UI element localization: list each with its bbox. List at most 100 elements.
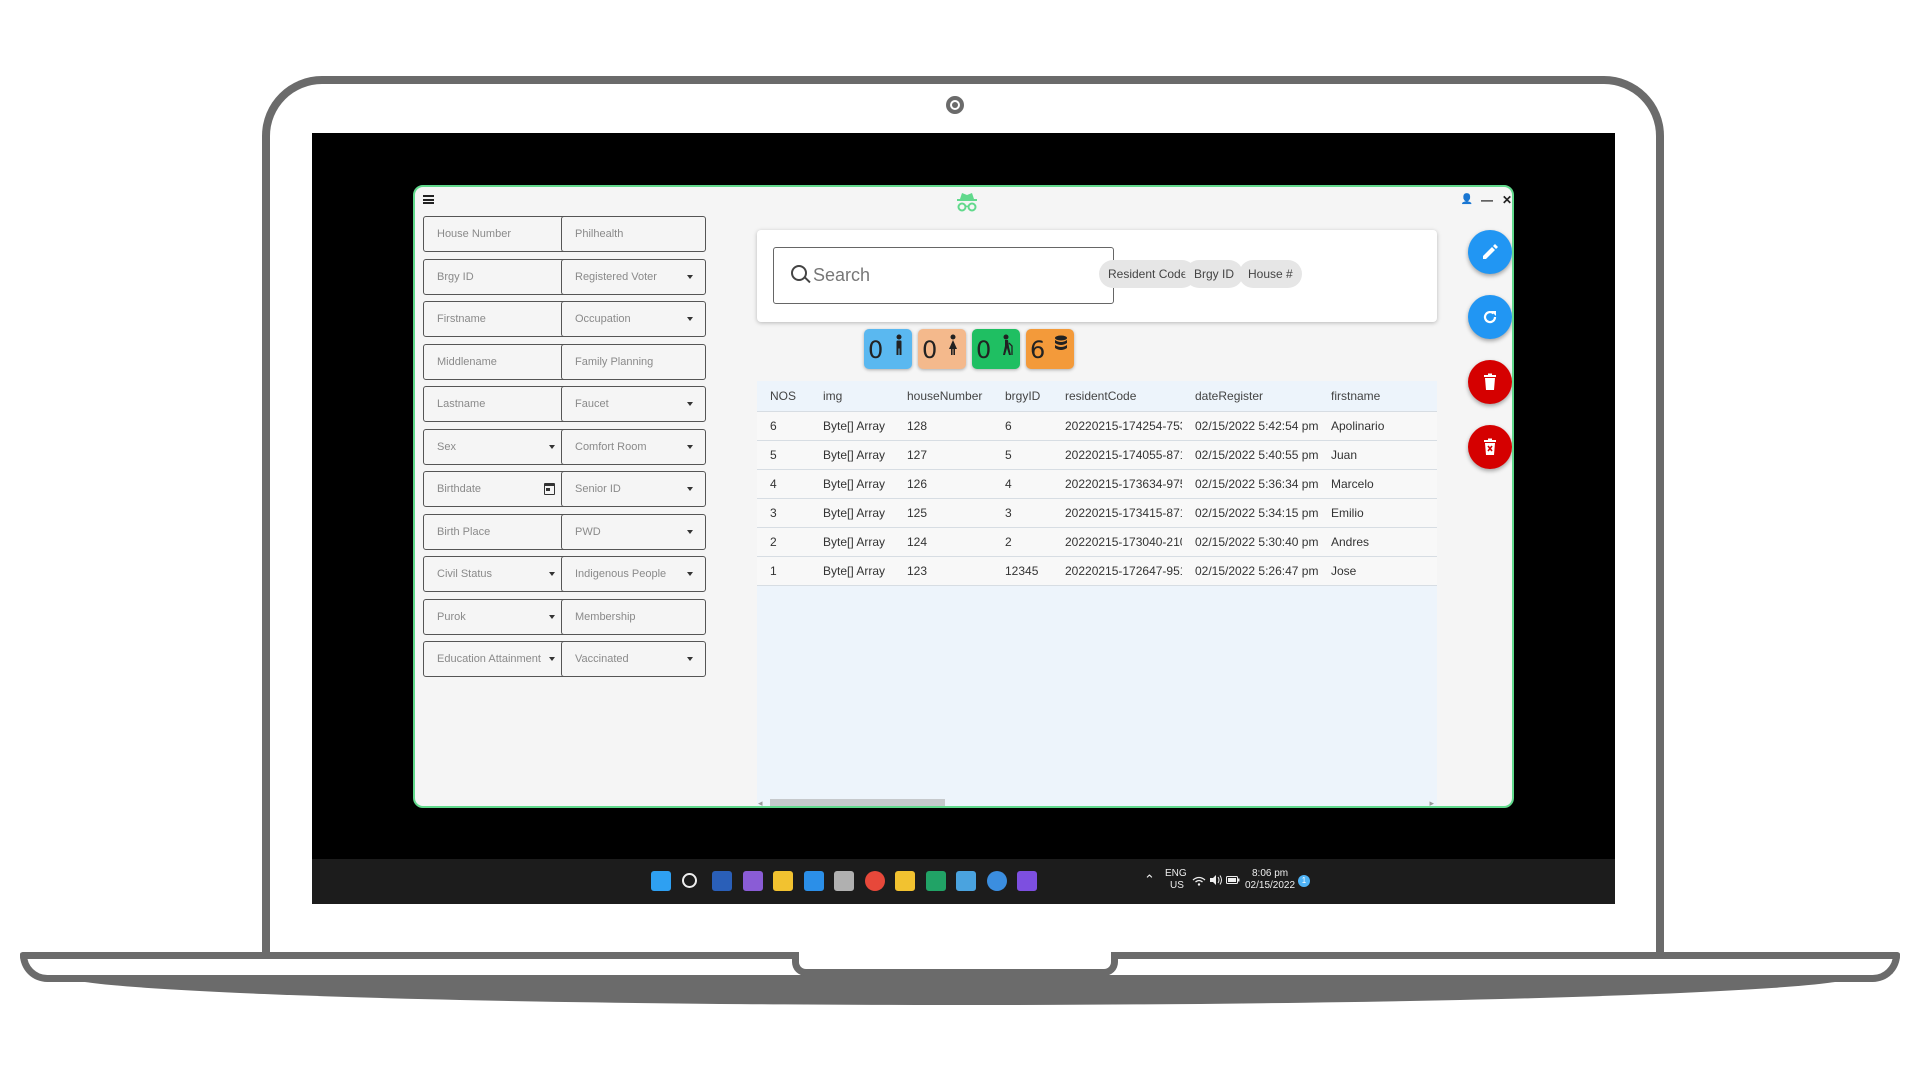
birth-place-field[interactable]: Birth Place <box>423 513 568 550</box>
filter-chip-resident-code[interactable]: Resident Code <box>1099 260 1197 288</box>
photoshop-icon[interactable] <box>712 871 732 891</box>
edit-button[interactable] <box>1468 230 1512 274</box>
calendar-icon[interactable] <box>544 483 555 495</box>
middlename-field[interactable]: Middlename <box>423 343 568 380</box>
dropdown-caret-icon[interactable] <box>687 487 693 491</box>
column-header-residentcode[interactable]: residentCode <box>1052 381 1182 411</box>
dropdown-caret-icon[interactable] <box>687 572 693 576</box>
vaccinated-field[interactable]: Vaccinated <box>561 641 706 677</box>
field-placeholder: Indigenous People <box>575 568 667 580</box>
philhealth-field[interactable]: Philhealth <box>561 216 706 252</box>
vscode-icon[interactable] <box>803 871 824 891</box>
region-label[interactable]: US <box>1170 880 1184 892</box>
purok-field[interactable]: Purok <box>423 598 568 635</box>
tray-chevron-icon[interactable]: ⌃ <box>1144 873 1155 886</box>
horizontal-scrollbar[interactable]: ◂ ▸ <box>757 798 1437 806</box>
volume-icon[interactable] <box>1209 874 1223 886</box>
table-cell-firstname: Jose <box>1318 555 1437 586</box>
column-header-dateregister[interactable]: dateRegister <box>1182 381 1318 411</box>
stat-senior-count: 0 <box>976 336 992 364</box>
minimize-button[interactable]: — <box>1479 193 1495 207</box>
text-editor-icon[interactable] <box>895 871 915 891</box>
table-row[interactable]: 5 Byte[] Array 127 5 20220215-174055-871 02/1… <box>757 439 1437 469</box>
browser-icon[interactable] <box>986 871 1007 891</box>
dropdown-caret-icon[interactable] <box>549 657 555 661</box>
bootstrap-icon[interactable] <box>1017 871 1037 891</box>
clock-time[interactable]: 8:06 pm <box>1252 868 1288 880</box>
column-header-housenumber[interactable]: houseNumber <box>894 381 992 411</box>
civil-status-field[interactable]: Civil Status <box>423 556 568 592</box>
battery-icon[interactable] <box>1226 875 1240 885</box>
lastname-field[interactable]: Lastname <box>423 386 568 422</box>
indigenous-people-field[interactable]: Indigenous People <box>561 556 706 592</box>
table-row[interactable]: 6 Byte[] Array 128 6 20220215-174254-753 02/1… <box>757 410 1437 440</box>
table-row[interactable]: 2 Byte[] Array 124 2 20220215-173040-210 02/1… <box>757 526 1437 556</box>
visual-studio-icon[interactable] <box>742 871 763 891</box>
start-icon[interactable] <box>651 871 671 891</box>
senior-id-field[interactable]: Senior ID <box>561 471 706 507</box>
table-cell-dateregister: 02/15/2022 5:36:34 pm <box>1182 468 1318 498</box>
search-box[interactable] <box>773 247 1114 304</box>
notepad-icon[interactable] <box>956 871 976 891</box>
dropdown-caret-icon[interactable] <box>549 614 555 619</box>
clock-date[interactable]: 02/15/2022 <box>1245 880 1295 892</box>
faucet-field[interactable]: Faucet <box>561 386 706 422</box>
dropdown-caret-icon[interactable] <box>687 274 693 279</box>
field-placeholder: Birth Place <box>437 525 491 538</box>
filter-chip-brgy-id[interactable]: Brgy ID <box>1185 260 1244 288</box>
close-button[interactable]: ✕ <box>1499 193 1512 207</box>
title-bar: 👤 — ✕ <box>415 187 1512 215</box>
table-cell-dateregister: 02/15/2022 5:26:47 pm <box>1182 555 1318 586</box>
database-icon[interactable] <box>834 871 854 891</box>
comfort-room-field[interactable]: Comfort Room <box>561 428 706 465</box>
dropdown-caret-icon[interactable] <box>549 444 555 449</box>
dropdown-caret-icon[interactable] <box>687 529 693 534</box>
language-label[interactable]: ENG <box>1165 868 1187 880</box>
house-number-field[interactable]: House Number <box>423 216 568 252</box>
dropdown-caret-icon[interactable] <box>687 444 693 449</box>
column-header-img[interactable]: img <box>810 381 894 411</box>
dropdown-caret-icon[interactable] <box>549 572 555 576</box>
scrollbar-thumb[interactable] <box>770 799 945 806</box>
education-attainment-field[interactable]: Education Attainment <box>423 641 568 677</box>
scroll-left-icon[interactable]: ◂ <box>758 798 763 806</box>
account-icon[interactable]: 👤 <box>1459 193 1475 207</box>
dropdown-caret-icon[interactable] <box>687 317 693 321</box>
hamburger-menu-icon[interactable] <box>423 195 434 204</box>
dropdown-caret-icon[interactable] <box>687 657 693 661</box>
column-header-firstname[interactable]: firstname <box>1318 381 1437 411</box>
stat-male: 0 <box>864 329 912 369</box>
occupation-field[interactable]: Occupation <box>561 301 706 337</box>
table-row[interactable]: 1 Byte[] Array 123 12345 20220215-172647-951… <box>757 555 1437 586</box>
chrome-icon[interactable] <box>864 871 885 891</box>
notification-badge[interactable]: 1 <box>1298 875 1310 887</box>
brgy-id-field[interactable]: Brgy ID <box>423 258 568 295</box>
table-cell-brgyid: 5 <box>992 439 1052 469</box>
refresh-button[interactable] <box>1468 295 1512 339</box>
filter-chip-house-number[interactable]: House # <box>1239 260 1302 288</box>
registered-voter-field[interactable]: Registered Voter <box>561 258 706 295</box>
sex-field[interactable]: Sex <box>423 428 568 465</box>
column-header-brgyid[interactable]: brgyID <box>992 381 1052 411</box>
search-icon[interactable] <box>681 873 697 888</box>
table-row[interactable]: 3 Byte[] Array 125 3 20220215-173415-871 02/1… <box>757 497 1437 527</box>
membership-field[interactable]: Membership <box>561 598 706 635</box>
search-input[interactable] <box>813 261 1103 289</box>
delete-button[interactable] <box>1468 360 1512 404</box>
family-planning-field[interactable]: Family Planning <box>561 343 706 380</box>
wifi-icon[interactable] <box>1192 876 1206 886</box>
delete-all-button[interactable] <box>1468 425 1512 469</box>
birthdate-field[interactable]: Birthdate <box>423 471 568 507</box>
table-row[interactable]: 4 Byte[] Array 126 4 20220215-173634-975 02/1… <box>757 468 1437 498</box>
column-header-nos[interactable]: NOS <box>757 381 810 411</box>
excel-icon[interactable] <box>925 871 946 891</box>
search-card: Resident Code Brgy ID House # <box>757 230 1437 322</box>
table-cell-residentcode: 20220215-173415-871 <box>1052 497 1182 527</box>
firstname-field[interactable]: Firstname <box>423 301 568 337</box>
pwd-field[interactable]: PWD <box>561 513 706 550</box>
table-cell-housenumber: 124 <box>894 526 992 556</box>
dropdown-caret-icon[interactable] <box>687 402 693 406</box>
file-explorer-icon[interactable] <box>773 871 793 891</box>
scroll-right-icon[interactable]: ▸ <box>1429 798 1434 806</box>
table-cell-brgyid: 2 <box>992 526 1052 556</box>
